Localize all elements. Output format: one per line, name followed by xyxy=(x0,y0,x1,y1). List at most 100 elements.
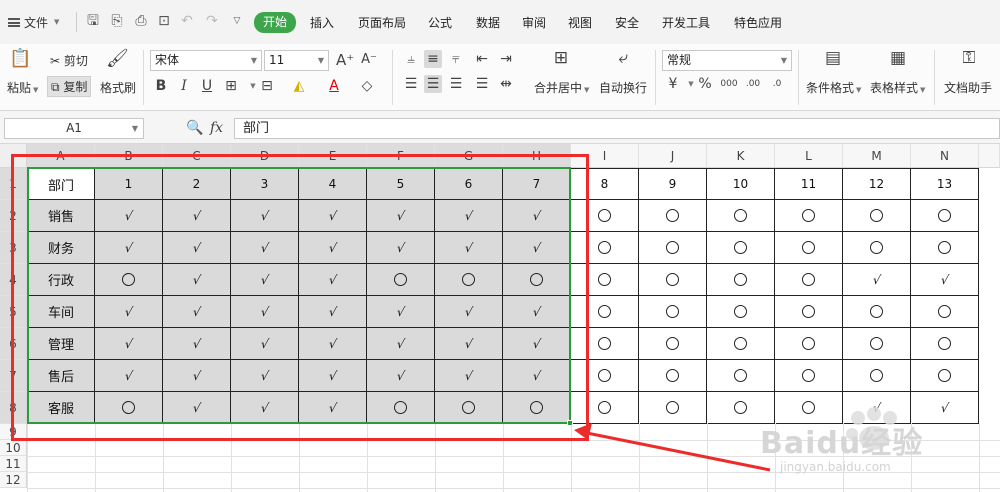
cell-circle[interactable] xyxy=(639,328,707,360)
cell-circle[interactable] xyxy=(911,232,979,264)
cell-circle[interactable] xyxy=(843,328,911,360)
column-header-d[interactable]: D xyxy=(231,144,299,168)
cell-circle[interactable] xyxy=(639,360,707,392)
font-name-select[interactable]: 宋体 ▼ xyxy=(150,50,262,71)
cell-check[interactable]: √ xyxy=(911,264,979,296)
cell-check[interactable]: √ xyxy=(503,328,571,360)
align-bottom-icon[interactable]: ⫧ xyxy=(447,50,465,68)
tab-review[interactable]: 审阅 xyxy=(522,13,546,33)
justify-icon[interactable]: ☰ xyxy=(473,75,491,93)
cell-dept-name[interactable]: 售后 xyxy=(27,360,95,392)
cell-circle[interactable] xyxy=(707,200,775,232)
merge-center-icon[interactable]: ⊞ xyxy=(550,49,572,71)
cell-circle[interactable] xyxy=(639,264,707,296)
number-format-select[interactable]: 常规 ▼ xyxy=(662,50,792,71)
formula-input[interactable]: 部门 xyxy=(234,118,1000,139)
print-preview-icon[interactable]: ⊡ xyxy=(155,12,173,30)
paste-icon[interactable]: 📋 xyxy=(9,50,31,72)
cell-circle[interactable] xyxy=(707,360,775,392)
row-header-9[interactable]: 9 xyxy=(0,424,27,440)
indent-decrease-icon[interactable]: ⇤ xyxy=(473,50,491,68)
cell-check[interactable]: √ xyxy=(95,232,163,264)
column-header-n[interactable]: N xyxy=(911,144,979,168)
cell-check[interactable]: √ xyxy=(435,200,503,232)
cell-check[interactable]: √ xyxy=(163,392,231,424)
borders-icon[interactable]: ⊞ xyxy=(222,77,240,95)
cell-circle[interactable] xyxy=(95,392,163,424)
cell-dept-name[interactable]: 销售 xyxy=(27,200,95,232)
select-all-corner[interactable] xyxy=(0,144,27,168)
cut-button[interactable]: ✂ 剪切 xyxy=(50,52,88,69)
cell-dept-name[interactable]: 财务 xyxy=(27,232,95,264)
column-header-g[interactable]: G xyxy=(435,144,503,168)
increase-decimal-icon[interactable]: .00 xyxy=(744,75,762,93)
cell-circle[interactable] xyxy=(911,328,979,360)
wrap-text-icon[interactable]: ⤶ xyxy=(612,49,634,71)
cell-circle[interactable] xyxy=(503,264,571,296)
cell-circle[interactable] xyxy=(911,296,979,328)
cell-circle[interactable] xyxy=(707,232,775,264)
cell-check[interactable]: √ xyxy=(367,360,435,392)
tab-formulas[interactable]: 公式 xyxy=(428,13,452,33)
cell-circle[interactable] xyxy=(639,200,707,232)
cell-circle[interactable] xyxy=(843,296,911,328)
row-header-5[interactable]: 5 xyxy=(0,296,27,328)
row-header-10[interactable]: 10 xyxy=(0,440,27,456)
cell-dept-name[interactable]: 客服 xyxy=(27,392,95,424)
cell-check[interactable]: √ xyxy=(503,232,571,264)
cell-circle[interactable] xyxy=(707,264,775,296)
print-icon[interactable]: ⎙ xyxy=(132,12,150,30)
cell-header-day[interactable]: 10 xyxy=(707,168,775,200)
column-header-m[interactable]: M xyxy=(843,144,911,168)
cell-circle[interactable] xyxy=(911,360,979,392)
cell-header-day[interactable]: 13 xyxy=(911,168,979,200)
cell-header-day[interactable]: 1 xyxy=(95,168,163,200)
wrap-text-button[interactable]: 自动换行 xyxy=(599,79,647,96)
row-header-7[interactable]: 7 xyxy=(0,360,27,392)
distributed-icon[interactable]: ⇹ xyxy=(497,75,515,93)
column-header-k[interactable]: K xyxy=(707,144,775,168)
cell-check[interactable]: √ xyxy=(367,328,435,360)
cell-circle[interactable] xyxy=(843,200,911,232)
row-header-6[interactable]: 6 xyxy=(0,328,27,360)
fill-color-icon[interactable]: ◭ xyxy=(290,77,308,95)
doc-helper-button[interactable]: 文档助手 xyxy=(944,79,992,96)
cell-circle[interactable] xyxy=(435,264,503,296)
row-header-12[interactable]: 12 xyxy=(0,472,27,488)
cell-check[interactable]: √ xyxy=(911,392,979,424)
align-right-icon[interactable]: ☰ xyxy=(447,75,465,93)
cell-check[interactable]: √ xyxy=(435,232,503,264)
row-header-1[interactable]: 1 xyxy=(0,168,27,200)
cell-check[interactable]: √ xyxy=(163,200,231,232)
format-painter-icon[interactable]: 🖌 xyxy=(106,50,129,72)
paste-button[interactable]: 粘贴 ▼ xyxy=(7,79,38,96)
cell-circle[interactable] xyxy=(367,392,435,424)
tab-special-features[interactable]: 特色应用 xyxy=(734,13,782,33)
font-size-select[interactable]: 11 ▼ xyxy=(264,50,329,71)
cell-circle[interactable] xyxy=(571,296,639,328)
function-icon[interactable]: fx xyxy=(210,120,223,136)
decrease-decimal-icon[interactable]: .0 xyxy=(768,75,786,93)
cell-check[interactable]: √ xyxy=(435,328,503,360)
column-header-j[interactable]: J xyxy=(639,144,707,168)
currency-icon[interactable]: ¥ xyxy=(664,75,682,93)
cell-check[interactable]: √ xyxy=(299,392,367,424)
cell-check[interactable]: √ xyxy=(231,328,299,360)
column-header-a[interactable]: A xyxy=(27,144,95,168)
column-header-e[interactable]: E xyxy=(299,144,367,168)
undo-icon[interactable]: ↶ xyxy=(178,12,196,30)
cell-check[interactable]: √ xyxy=(843,392,911,424)
cell-check[interactable]: √ xyxy=(231,392,299,424)
conditional-format-button[interactable]: 条件格式 ▼ xyxy=(806,79,861,96)
align-center-icon[interactable]: ☰ xyxy=(424,75,442,93)
cell-check[interactable]: √ xyxy=(231,200,299,232)
cell-check[interactable]: √ xyxy=(163,328,231,360)
cell-check[interactable]: √ xyxy=(231,264,299,296)
cell-check[interactable]: √ xyxy=(299,200,367,232)
cell-check[interactable]: √ xyxy=(299,360,367,392)
cell-circle[interactable] xyxy=(843,360,911,392)
cell-check[interactable]: √ xyxy=(843,264,911,296)
cell-check[interactable]: √ xyxy=(163,264,231,296)
cell-circle[interactable] xyxy=(775,232,843,264)
cell-check[interactable]: √ xyxy=(163,360,231,392)
